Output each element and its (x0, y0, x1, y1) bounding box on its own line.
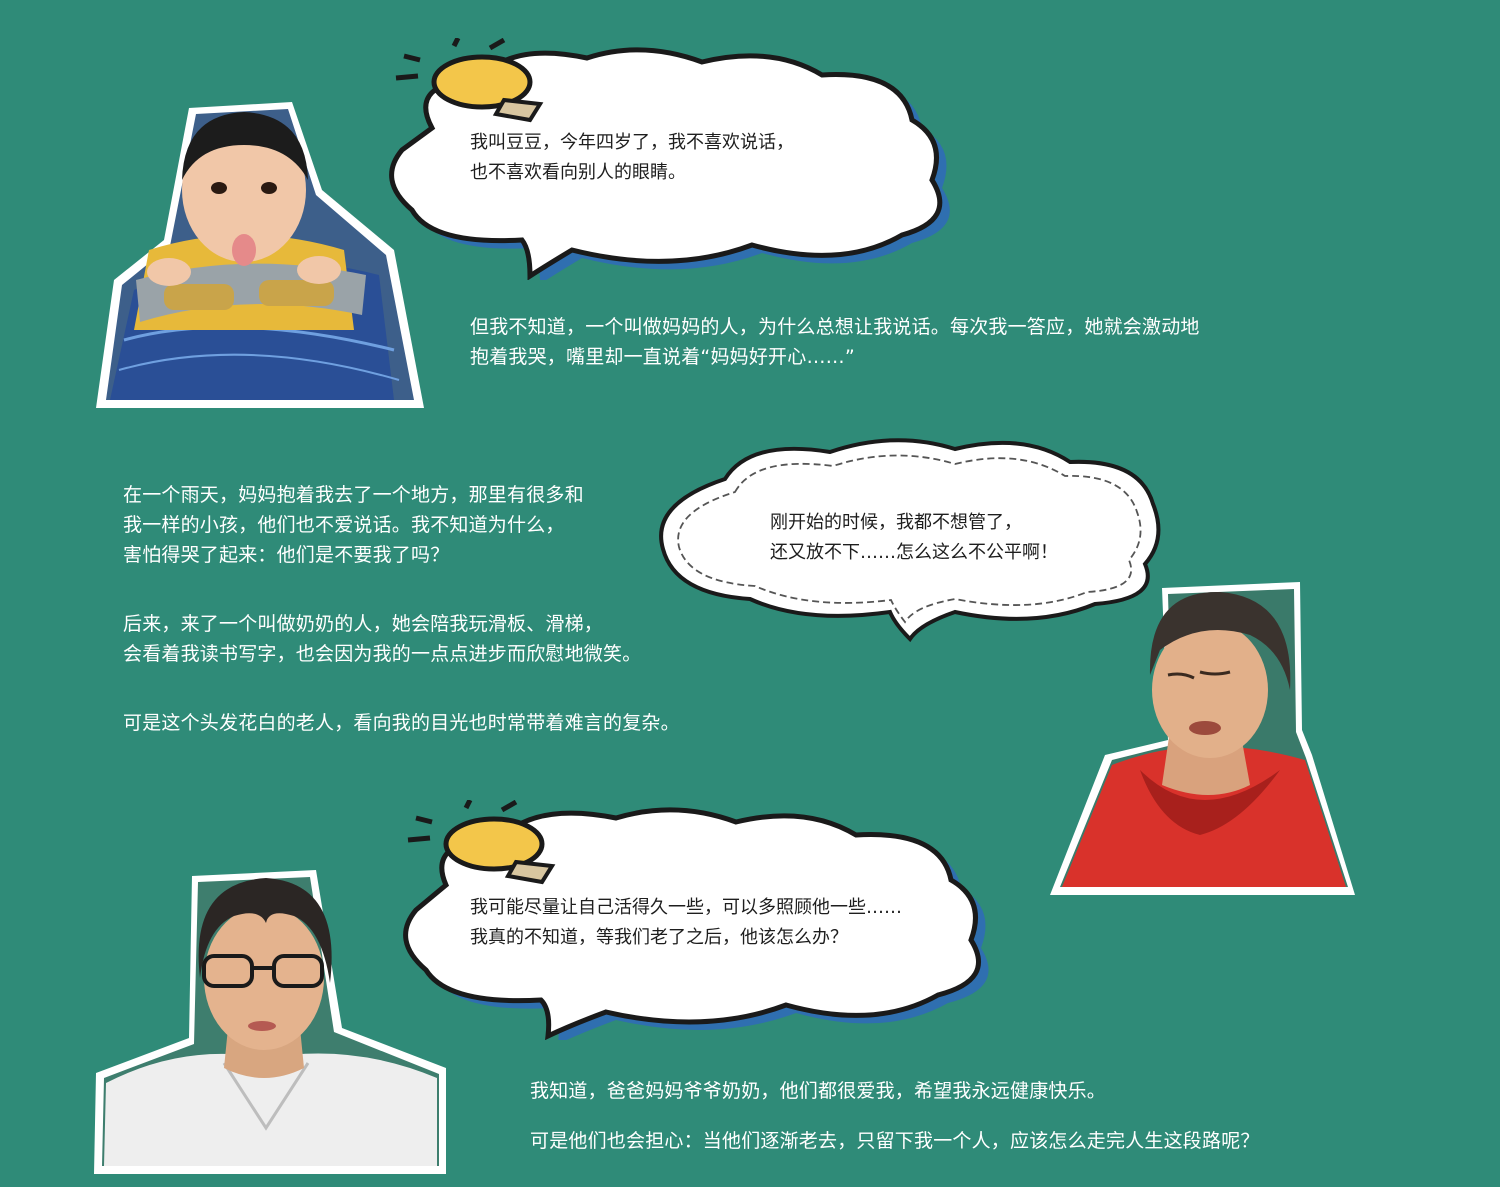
lightbulb-icon (392, 38, 552, 128)
narration-paragraph-4: 可是这个头发花白的老人，看向我的目光也时常带着难言的复杂。 (123, 712, 680, 734)
narration-paragraph-6: 可是他们也会担心：当他们逐渐老去，只留下我一个人，应该怎么走完人生这段路呢？ (530, 1130, 1260, 1152)
bubble-text-doudou: 我叫豆豆，今年四岁了，我不喜欢说话， 也不喜欢看向别人的眼睛。 (470, 132, 794, 183)
mother-portrait (94, 868, 449, 1178)
grandmother-portrait (1050, 580, 1355, 895)
narration-paragraph-1: 但我不知道，一个叫做妈妈的人，为什么总想让我说话。每次我一答应，她就会激动地 抱… (470, 316, 1200, 368)
bubble-text-grandma: 刚开始的时候，我都不想管了， 还又放不下……怎么这么不公平啊！ (770, 512, 1058, 563)
narration-paragraph-2: 在一个雨天，妈妈抱着我去了一个地方，那里有很多和 我一样的小孩，他们也不爱说话。… (123, 484, 584, 566)
narration-paragraph-3: 后来，来了一个叫做奶奶的人，她会陪我玩滑板、滑梯， 会看着我读书写字，也会因为我… (123, 613, 642, 665)
bubble-text-mother: 我可能尽量让自己活得久一些，可以多照顾他一些…… 我真的不知道，等我们老了之后，… (470, 897, 902, 948)
narration-paragraph-5: 我知道，爸爸妈妈爷爷奶奶，他们都很爱我，希望我永远健康快乐。 (530, 1080, 1107, 1102)
